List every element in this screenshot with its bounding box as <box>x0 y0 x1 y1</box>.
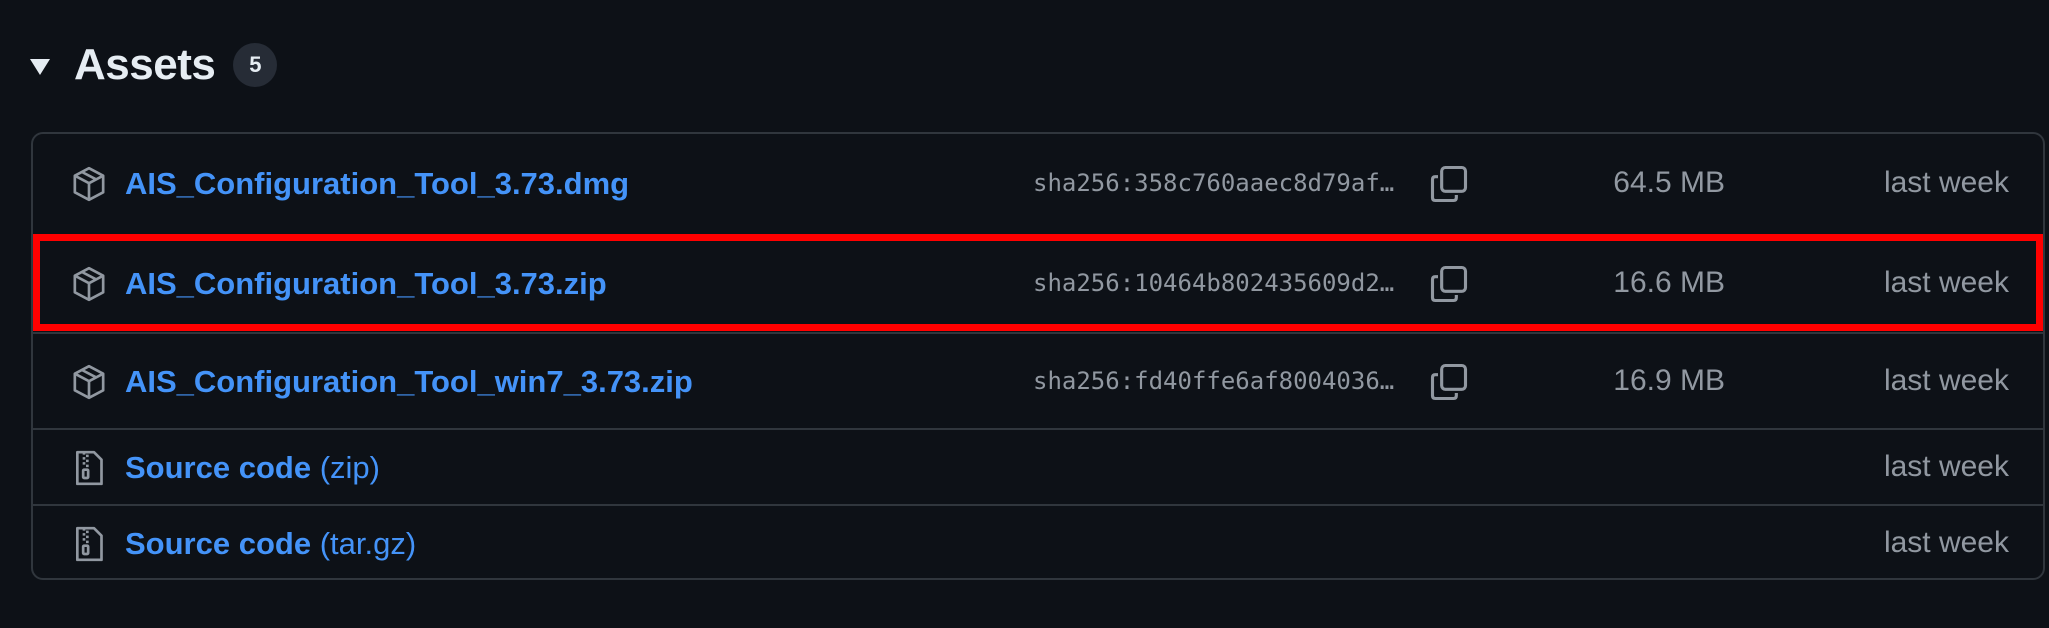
source-code-tar-gz-link[interactable]: Source code (tar.gz) <box>125 526 416 562</box>
package-icon <box>69 264 109 304</box>
package-icon <box>69 164 109 204</box>
copy-icon[interactable] <box>1427 162 1471 206</box>
sha256-digest: sha256:fd40ffe6af8004036… <box>1033 367 1395 395</box>
asset-name: AIS_Configuration_Tool_3.73.zip <box>125 266 607 301</box>
asset-name: AIS_Configuration_Tool_3.73.dmg <box>125 166 630 201</box>
asset-date: last week <box>1883 526 2009 559</box>
asset-row: AIS_Configuration_Tool_3.73.zip sha256:1… <box>33 234 2043 332</box>
asset-name: AIS_Configuration_Tool_win7_3.73.zip <box>125 364 693 399</box>
triangle-down-icon <box>30 59 50 75</box>
sha256-digest: sha256:358c760aaec8d79af… <box>1033 169 1395 197</box>
asset-count-badge: 5 <box>233 43 278 87</box>
sha256-digest: sha256:10464b802435609d2… <box>1033 269 1395 297</box>
asset-row: AIS_Configuration_Tool_3.73.dmg sha256:3… <box>33 134 2043 234</box>
file-zip-icon <box>69 448 109 488</box>
asset-size: 64.5 MB <box>1613 166 1725 199</box>
asset-size: 16.9 MB <box>1613 364 1725 397</box>
assets-title: Assets <box>74 40 216 89</box>
asset-date: last week <box>1883 166 2009 199</box>
asset-row: Source code (tar.gz) last week <box>33 504 2043 578</box>
asset-date: last week <box>1883 266 2009 299</box>
package-icon <box>69 362 109 402</box>
asset-name: Source code <box>125 450 312 485</box>
asset-date: last week <box>1883 364 2009 397</box>
asset-name: Source code <box>125 526 312 561</box>
assets-list: AIS_Configuration_Tool_3.73.dmg sha256:3… <box>31 132 2045 580</box>
asset-download-link[interactable]: AIS_Configuration_Tool_win7_3.73.zip <box>125 364 693 400</box>
asset-row: Source code (zip) last week <box>33 428 2043 504</box>
asset-size: 16.6 MB <box>1613 266 1725 299</box>
archive-format: (zip) <box>319 450 380 485</box>
asset-download-link[interactable]: AIS_Configuration_Tool_3.73.dmg <box>125 166 629 202</box>
asset-download-link[interactable]: AIS_Configuration_Tool_3.73.zip <box>125 266 607 302</box>
file-zip-icon <box>69 524 109 564</box>
copy-icon[interactable] <box>1427 262 1471 306</box>
source-code-zip-link[interactable]: Source code (zip) <box>125 450 380 486</box>
assets-toggle[interactable]: Assets 5 <box>30 40 278 90</box>
copy-icon[interactable] <box>1427 360 1471 404</box>
asset-row: AIS_Configuration_Tool_win7_3.73.zip sha… <box>33 332 2043 428</box>
asset-date: last week <box>1883 450 2009 483</box>
archive-format: (tar.gz) <box>319 526 417 561</box>
